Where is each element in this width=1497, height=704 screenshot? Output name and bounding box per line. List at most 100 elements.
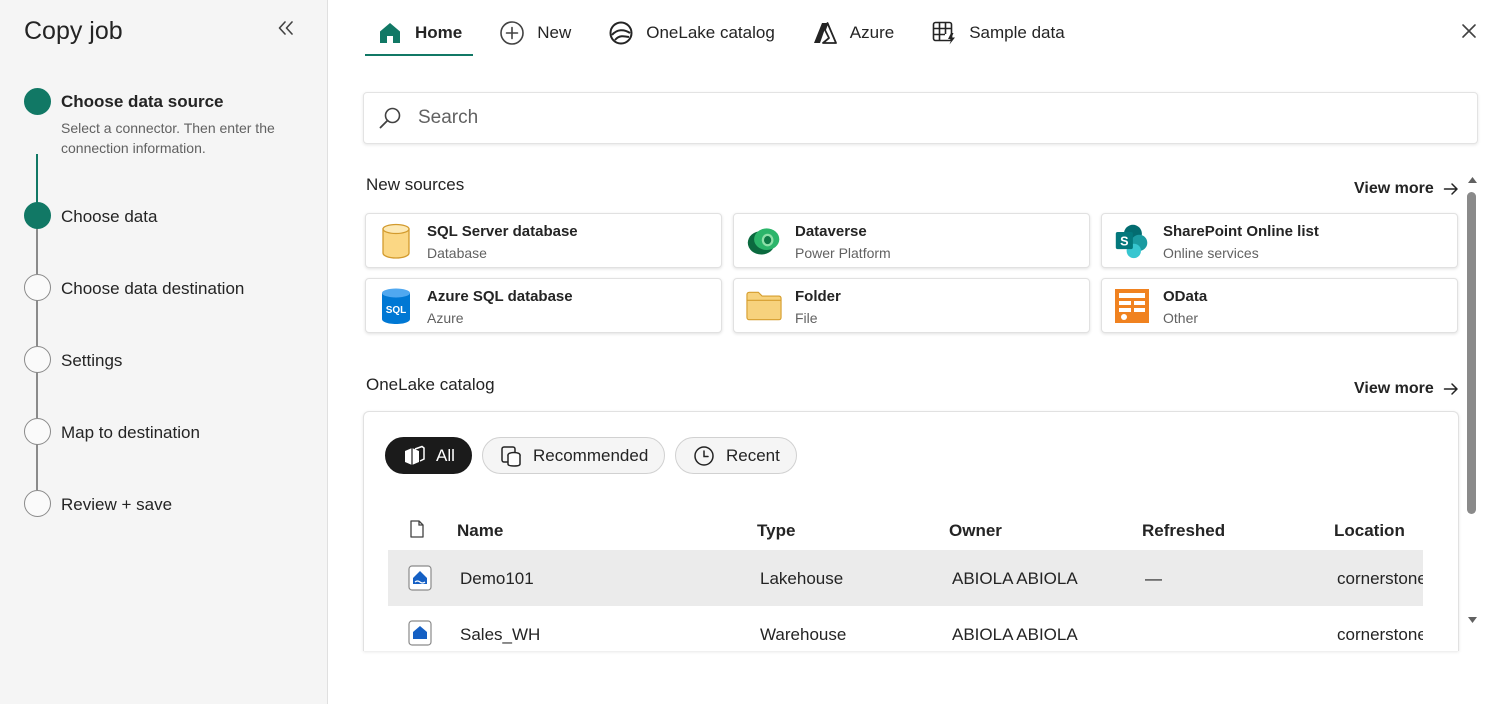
step-description: Select a connector. Then enter the conne… [61,120,275,156]
step-choose-data[interactable]: Choose data [61,207,157,227]
card-title: Folder [795,288,841,305]
card-title: Dataverse [795,223,867,240]
scrollbar-thumb[interactable] [1467,192,1476,514]
row-location: cornerstone [1337,625,1423,644]
source-card-sharepoint[interactable]: S SharePoint Online list Online services [1101,213,1458,268]
odata-icon [1114,288,1150,324]
svg-text:S: S [1120,235,1128,249]
source-card-sql-server[interactable]: SQL Server database Database [365,213,722,268]
step-indicator [24,418,51,445]
column-header-name[interactable]: Name [457,521,503,541]
azure-sql-icon: SQL [378,288,414,324]
row-name: Demo101 [460,569,534,588]
clock-icon [693,445,715,467]
filter-recommended[interactable]: Recommended [482,437,666,474]
tab-label: OneLake catalog [646,23,775,42]
dataverse-icon [746,223,782,259]
onelake-catalog-panel: All Recommended Recent Name Type Owner R… [363,411,1459,651]
close-icon [1462,24,1476,38]
scroll-down-arrow-icon[interactable] [1467,616,1477,624]
step-review-save[interactable]: Review + save [61,495,172,515]
tab-label: Azure [849,23,895,42]
search-box[interactable] [363,92,1478,144]
search-icon [377,105,403,131]
search-input[interactable] [418,107,1418,129]
filter-label: Recent [726,445,780,465]
close-button[interactable] [1457,19,1481,43]
step-choose-data-source[interactable]: Choose data source [61,92,224,112]
filter-label: All [436,445,455,465]
card-title: SQL Server database [427,223,578,240]
source-card-dataverse[interactable]: Dataverse Power Platform [733,213,1090,268]
step-indicator [24,274,51,301]
scroll-up-arrow-icon[interactable] [1467,176,1477,184]
tab-home[interactable]: Home [365,10,474,56]
row-location: cornerstone [1337,569,1423,588]
card-subtitle: Online services [1163,245,1259,261]
step-connector [36,154,38,204]
table-row[interactable]: Sales_WH Warehouse ABIOLA ABIOLA corners… [388,606,1423,651]
source-card-azure-sql[interactable]: SQL Azure SQL database Azure [365,278,722,333]
column-header-location[interactable]: Location [1334,521,1405,541]
card-title: SharePoint Online list [1163,223,1319,240]
svg-text:SQL: SQL [386,305,407,316]
main-panel: Home New OneLake catalog Azure Sample da… [329,0,1497,704]
filter-label: Recommended [533,445,649,465]
warehouse-icon [408,620,432,646]
folder-icon [746,288,782,324]
row-owner: ABIOLA ABIOLA [952,569,1078,588]
card-subtitle: Other [1163,310,1199,326]
column-header-owner[interactable]: Owner [949,521,1002,541]
row-refreshed: — [1145,569,1162,588]
database-sparkle-icon [500,445,522,467]
row-type: Lakehouse [760,569,844,588]
azure-icon [811,19,839,47]
tab-azure[interactable]: Azure [800,10,905,56]
file-type-icon [410,520,424,543]
sql-server-icon [378,223,414,259]
card-subtitle: Power Platform [795,245,891,261]
card-subtitle: File [795,310,818,326]
step-choose-data-destination[interactable]: Choose data destination [61,279,244,299]
tab-label: New [537,23,572,42]
step-settings[interactable]: Settings [61,351,122,371]
stacked-cubes-icon [403,445,425,467]
collapse-sidebar-button[interactable] [274,16,298,40]
filter-all[interactable]: All [385,437,472,474]
onelake-catalog-heading: OneLake catalog [366,375,495,394]
card-subtitle: Database [427,245,487,261]
card-title: Azure SQL database [427,288,573,305]
step-connector [36,300,38,346]
table-sparkle-icon [930,19,958,47]
source-card-folder[interactable]: Folder File [733,278,1090,333]
lakehouse-icon [408,565,432,591]
tab-label: Home [415,23,463,42]
arrow-right-icon [1443,380,1461,398]
catalog-view-more-link[interactable]: View more [1354,380,1461,398]
onelake-icon [607,19,635,47]
tab-bar: Home New OneLake catalog Azure Sample da… [365,10,1090,56]
row-owner: ABIOLA ABIOLA [952,625,1078,644]
table-row[interactable]: Demo101 Lakehouse ABIOLA ABIOLA — corner… [388,550,1423,606]
step-indicator [24,490,51,517]
new-sources-view-more-link[interactable]: View more [1354,180,1461,198]
card-subtitle: Azure [427,310,464,326]
tab-new[interactable]: New [487,10,582,56]
wizard-sidebar: Copy job Choose data source Select a con… [0,0,328,704]
step-map-to-destination[interactable]: Map to destination [61,423,200,443]
step-indicator-current [24,202,51,229]
new-sources-heading: New sources [366,175,465,194]
source-card-odata[interactable]: OData Other [1101,278,1458,333]
filter-recent[interactable]: Recent [675,437,797,474]
row-name: Sales_WH [460,625,541,644]
card-title: OData [1163,288,1208,305]
column-header-type[interactable]: Type [757,521,795,541]
sharepoint-icon: S [1114,223,1150,259]
step-connector [36,444,38,490]
home-icon [376,19,404,47]
column-header-refreshed[interactable]: Refreshed [1142,521,1225,541]
tab-onelake-catalog[interactable]: OneLake catalog [596,10,786,56]
view-more-label: View more [1354,380,1434,397]
step-connector [36,228,38,274]
tab-sample-data[interactable]: Sample data [919,10,1075,56]
